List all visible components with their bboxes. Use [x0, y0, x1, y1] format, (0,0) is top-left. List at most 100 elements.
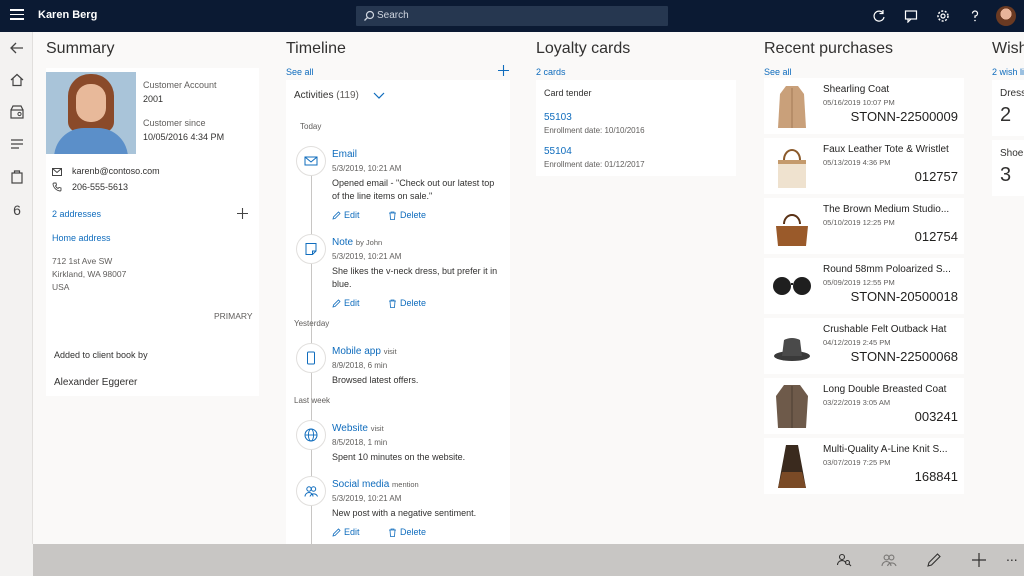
search-box[interactable]: Search — [356, 6, 668, 26]
activity-body: Browsed latest offers. — [332, 375, 419, 385]
hamburger-menu-icon[interactable] — [10, 9, 24, 23]
add-activity-icon[interactable] — [498, 65, 509, 76]
activity-heading[interactable]: Note by John — [332, 237, 382, 248]
purchase-item[interactable]: Multi-Quality A-Line Knit S... 03/07/201… — [764, 438, 964, 494]
wishlist-link[interactable]: 2 wish li — [992, 67, 1024, 77]
store-icon[interactable] — [9, 104, 25, 120]
timeline-see-all-link[interactable]: See all — [286, 67, 314, 77]
address-line1: 712 1st Ave SW — [52, 256, 113, 266]
card-number[interactable]: 55103 — [544, 112, 572, 123]
purchases-see-all-link[interactable]: See all — [764, 67, 792, 77]
purchase-id: 168841 — [914, 469, 958, 484]
add-address-icon[interactable] — [237, 208, 248, 219]
purchase-date: 05/16/2019 10:07 PM — [823, 98, 895, 107]
home-address-link[interactable]: Home address — [52, 233, 111, 243]
edit-icon[interactable] — [926, 552, 942, 568]
back-arrow-icon[interactable] — [9, 40, 25, 56]
more-options-button[interactable]: ... — [1006, 548, 1022, 564]
purchase-id: STONN-22500009 — [850, 109, 958, 124]
client-book-name: Alexander Eggerer — [54, 377, 138, 388]
edit-label: Edit — [344, 210, 360, 220]
activities-count: (119) — [336, 90, 359, 101]
purchase-name: Long Double Breasted Coat — [823, 384, 947, 395]
purchase-date: 05/09/2019 12:55 PM — [823, 278, 895, 287]
email-value[interactable]: karenb@contoso.com — [72, 166, 160, 176]
activities-text: Activities — [294, 90, 334, 101]
home-icon[interactable] — [9, 72, 25, 88]
wishlist-column: Wish 2 wish li Dress 2 Shoe 3 — [992, 32, 1024, 544]
wishlist-item[interactable]: Shoe 3 — [992, 140, 1024, 196]
list-icon[interactable] — [9, 136, 25, 152]
activity-body: She likes the v-neck dress, but prefer i… — [332, 266, 498, 276]
delete-label: Delete — [400, 210, 427, 220]
purchase-name: Crushable Felt Outback Hat — [823, 324, 947, 335]
globe-icon — [296, 420, 326, 450]
delete-label: Delete — [400, 298, 427, 308]
addresses-link[interactable]: 2 addresses — [52, 209, 101, 219]
activity-heading[interactable]: Website visit — [332, 423, 384, 434]
chat-icon[interactable] — [904, 9, 918, 23]
delete-button[interactable]: Delete — [388, 298, 426, 308]
people-search-icon[interactable] — [836, 552, 852, 568]
purchase-item[interactable]: Round 58mm Poloarized S... 05/09/2019 12… — [764, 258, 964, 314]
purchases-column: Recent purchases See all Shearling Coat … — [764, 32, 974, 544]
card-number[interactable]: 55104 — [544, 146, 572, 157]
timeline-title: Timeline — [286, 40, 346, 57]
purchase-name: Shearling Coat — [823, 84, 890, 95]
edit-button[interactable]: Edit — [332, 210, 360, 220]
primary-badge: PRIMARY — [214, 311, 253, 321]
purchase-item[interactable]: The Brown Medium Studio... 05/10/2019 12… — [764, 198, 964, 254]
activity-date: 5/3/2019, 10:21 AM — [332, 494, 402, 503]
activities-label[interactable]: Activities (119) — [294, 90, 359, 101]
client-book-label: Added to client book by — [54, 350, 148, 360]
refresh-icon[interactable] — [872, 9, 886, 23]
sunglasses-image — [773, 277, 811, 295]
loyalty-title: Loyalty cards — [536, 40, 631, 57]
purchase-item[interactable]: Long Double Breasted Coat 03/22/2019 3:0… — [764, 378, 964, 434]
edit-button[interactable]: Edit — [332, 298, 360, 308]
purchase-item[interactable]: Shearling Coat 05/16/2019 10:07 PM STONN… — [764, 78, 964, 134]
app-title: Karen Berg — [38, 9, 98, 21]
loyalty-cards-link[interactable]: 2 cards — [536, 67, 566, 77]
activity-body: of the line items on sale." — [332, 191, 433, 201]
activity-body: Opened email - "Check out our latest top — [332, 178, 495, 188]
tote-bag-image — [778, 149, 806, 188]
account-label: Customer Account — [143, 80, 217, 90]
people-icon[interactable] — [881, 552, 897, 568]
activity-date: 5/3/2019, 10:21 AM — [332, 164, 402, 173]
purchase-id: STONN-20500018 — [850, 289, 958, 304]
command-bar: ... — [33, 544, 1024, 576]
phone-value[interactable]: 206-555-5613 — [72, 182, 128, 192]
activity-title[interactable]: Email — [332, 149, 357, 160]
bag-icon[interactable] — [9, 168, 25, 184]
customer-photo — [46, 72, 136, 154]
activity-date: 8/5/2018, 1 min — [332, 438, 388, 447]
add-icon[interactable] — [971, 552, 987, 568]
loyalty-card: Card tender 55103 Enrollment date: 10/10… — [536, 80, 736, 176]
user-avatar[interactable] — [996, 6, 1016, 26]
gear-icon[interactable] — [936, 9, 950, 23]
wishlist-item[interactable]: Dress 2 — [992, 80, 1024, 136]
nav-count[interactable]: 6 — [9, 202, 25, 218]
purchase-item[interactable]: Crushable Felt Outback Hat 04/12/2019 2:… — [764, 318, 964, 374]
hat-image — [774, 338, 810, 361]
note-activity-icon — [296, 234, 326, 264]
edit-button[interactable]: Edit — [332, 527, 360, 537]
activity-date: 5/3/2019, 10:21 AM — [332, 252, 402, 261]
handbag-image — [776, 214, 808, 246]
address-line3: USA — [52, 282, 70, 292]
edit-label: Edit — [344, 298, 360, 308]
delete-label: Delete — [400, 527, 427, 537]
activity-title: Social media — [332, 479, 390, 490]
help-icon[interactable] — [968, 9, 982, 23]
chevron-down-icon[interactable] — [373, 92, 385, 100]
activity-heading[interactable]: Social media mention — [332, 479, 419, 490]
activity-sub: visit — [370, 424, 384, 433]
delete-button[interactable]: Delete — [388, 527, 426, 537]
wishlist-count: 2 — [1000, 104, 1012, 126]
purchase-item[interactable]: Faux Leather Tote & Wristlet 05/13/2019 … — [764, 138, 964, 194]
delete-button[interactable]: Delete — [388, 210, 426, 220]
purchase-date: 04/12/2019 2:45 PM — [823, 338, 891, 347]
activity-heading[interactable]: Mobile app visit — [332, 346, 397, 357]
activity-title: Note — [332, 237, 354, 248]
